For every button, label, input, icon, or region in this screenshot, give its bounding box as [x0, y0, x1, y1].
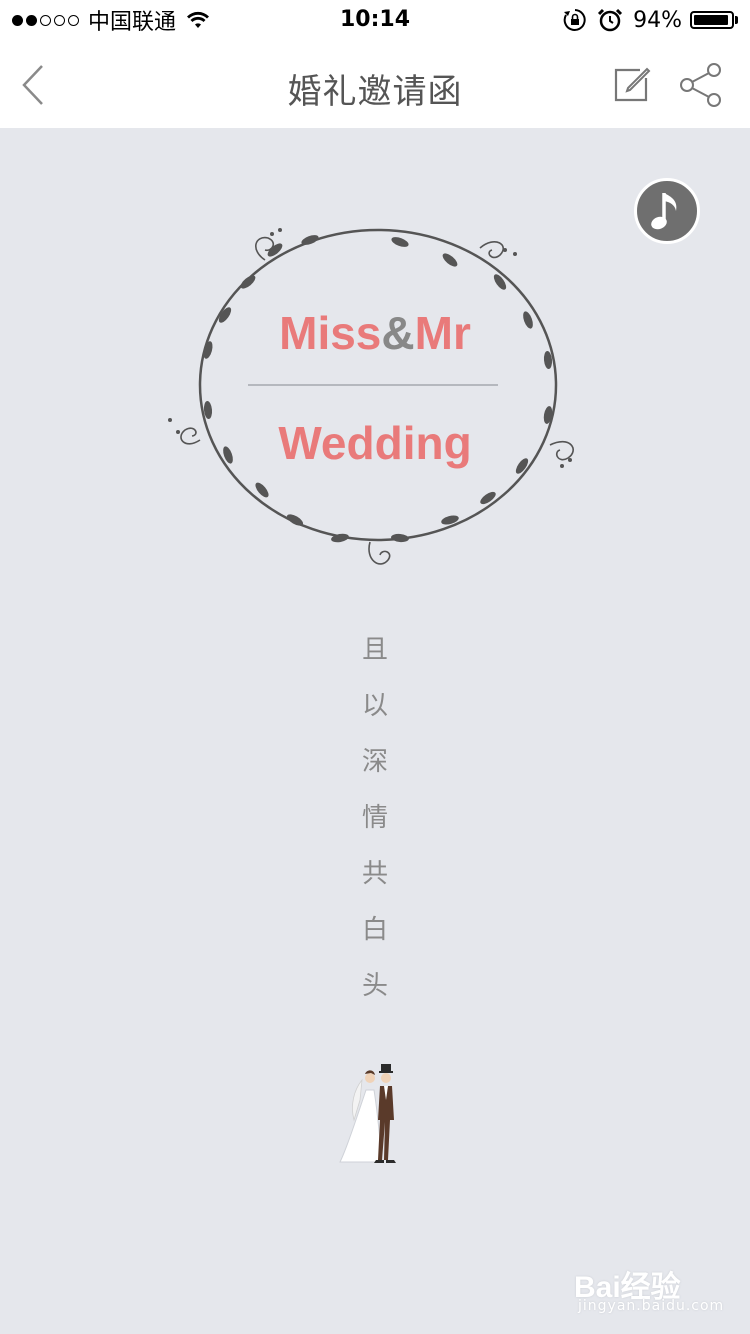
battery-fill [694, 15, 728, 25]
poem-char: 情 [361, 803, 388, 833]
poem-char: 共 [361, 859, 388, 889]
wedding-couple-illustration [339, 1064, 396, 1163]
poem-char: 深 [361, 747, 388, 777]
poem-char: 白 [361, 915, 388, 945]
couple-title: Miss&Mr [0, 306, 750, 360]
poem-char: 头 [361, 971, 388, 1001]
watermark-url: jingyan.baidu.com [578, 1298, 725, 1314]
status-right: 94% [563, 4, 738, 36]
status-bar: 中国联通 10:14 94% [0, 0, 750, 40]
poem-char: 且 [361, 635, 388, 665]
baidu-watermark: Bai经验 jingyan.baidu.com [574, 1262, 724, 1322]
battery-percent: 94% [633, 7, 682, 33]
vertical-poem: 且 以 深 情 共 白 头 [355, 632, 395, 1024]
edit-icon[interactable] [610, 64, 652, 106]
music-toggle-button[interactable] [634, 178, 700, 244]
rotation-lock-icon [563, 9, 586, 31]
miss-text: Miss [279, 307, 382, 359]
poem-char: 以 [361, 691, 388, 721]
nav-bar: 婚礼邀请函 [0, 40, 750, 128]
title-divider [248, 384, 498, 386]
ampersand-text: & [381, 307, 415, 359]
mr-text: Mr [414, 307, 471, 359]
wedding-title: Wedding [278, 417, 472, 469]
music-note-icon [651, 193, 677, 230]
share-icon[interactable] [678, 62, 724, 108]
alarm-icon [598, 8, 623, 32]
wreath-decoration [168, 228, 574, 565]
battery-cap [735, 16, 738, 24]
battery-icon [690, 11, 734, 29]
